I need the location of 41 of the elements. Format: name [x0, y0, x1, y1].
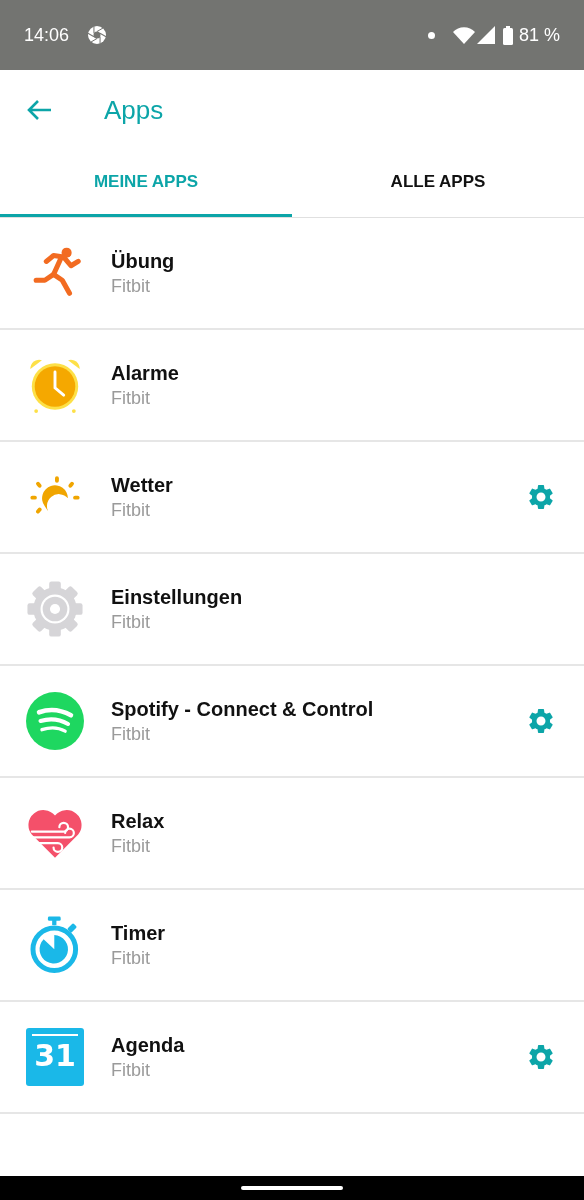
- clock-time: 14:06: [24, 23, 70, 47]
- app-name: Agenda: [111, 1033, 186, 1058]
- dot-icon: [427, 31, 435, 39]
- app-row[interactable]: Übung Fitbit: [0, 218, 584, 330]
- app-developer: Fitbit: [111, 499, 151, 522]
- home-handle[interactable]: [241, 1186, 343, 1190]
- app-developer: Fitbit: [111, 275, 151, 298]
- wifi-icon: [452, 26, 475, 44]
- settings-icon[interactable]: [526, 1042, 556, 1072]
- page-title: Apps: [104, 93, 164, 127]
- app-row[interactable]: Spotify - Connect & Control Fitbit: [0, 666, 584, 778]
- app-row[interactable]: 31 Agenda Fitbit: [0, 1002, 584, 1114]
- battery-icon: [502, 25, 513, 45]
- app-name: Übung: [111, 249, 176, 274]
- app-name: Timer: [111, 921, 167, 946]
- app-developer: Fitbit: [111, 947, 151, 970]
- app-developer: Fitbit: [111, 387, 151, 410]
- app-name: Einstellungen: [111, 585, 244, 610]
- battery-percentage: 81 %: [518, 23, 560, 47]
- tab[interactable]: ALLE APPS: [292, 150, 584, 217]
- back-arrow-icon[interactable]: [26, 99, 52, 121]
- settings-icon[interactable]: [526, 706, 556, 736]
- app-name: Relax: [111, 809, 166, 834]
- app-row[interactable]: Relax Fitbit: [0, 778, 584, 890]
- app-row[interactable]: Alarme Fitbit: [0, 330, 584, 442]
- settings-icon[interactable]: [526, 482, 556, 512]
- app-row[interactable]: Wetter Fitbit: [0, 442, 584, 554]
- app-name: Wetter: [111, 473, 174, 498]
- aperture-icon: [87, 25, 108, 45]
- app-name: Spotify - Connect & Control: [111, 697, 375, 722]
- app-developer: Fitbit: [111, 723, 151, 746]
- music-circle-icon: [26, 692, 84, 750]
- app-row[interactable]: Einstellungen Fitbit: [0, 554, 584, 666]
- calendar-icon: 31: [26, 1028, 84, 1086]
- app-name: Alarme: [111, 361, 180, 386]
- app-developer: Fitbit: [111, 611, 151, 634]
- app-developer: Fitbit: [111, 835, 151, 858]
- signal-icon: [476, 26, 495, 44]
- app-row[interactable]: Timer Fitbit: [0, 890, 584, 1002]
- gear-icon: [26, 580, 84, 638]
- app-developer: Fitbit: [111, 1059, 151, 1082]
